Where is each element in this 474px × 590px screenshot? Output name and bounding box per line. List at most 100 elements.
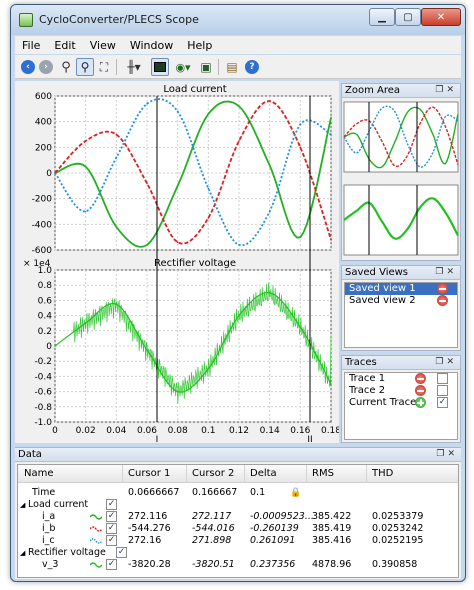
data-point-i_c [176,110,179,113]
x-tick-label: 0.14 [260,426,280,436]
trace-checkbox[interactable] [437,385,448,396]
y-tick-label: -0.4 [34,372,52,382]
maximize-button[interactable]: ▢ [395,8,421,26]
menu-view[interactable]: View [83,39,123,52]
x-tick-label: 0.02 [76,426,96,436]
row-checkbox[interactable]: ✓ [106,559,117,570]
data-point-i_a [84,165,87,168]
remove-icon[interactable] [437,295,448,306]
remove-icon[interactable] [437,283,448,294]
menu-help[interactable]: Help [180,39,219,52]
cursor-icon: ╫▾ [127,60,141,74]
group-row[interactable]: ◢ Rectifier voltage ✓ [18,547,458,559]
y-tick-label: 0 [46,342,52,352]
data-point-i_c [146,102,148,105]
settings-button[interactable]: ▤ [223,58,241,76]
trace-item[interactable]: Current Trace ✓ [345,397,457,409]
zoom-button[interactable]: ⚲ [57,58,75,76]
help-button[interactable]: ? [243,58,261,76]
forward-icon: › [39,60,53,74]
menu-edit[interactable]: Edit [47,39,82,52]
trace-checkbox[interactable] [437,373,448,384]
x-tick-label: 0.12 [229,426,249,436]
top-plot-title: Load current [163,84,226,95]
dock-buttons[interactable]: ❐✕ [436,449,458,459]
saved-view-item[interactable]: Saved view 1 [345,283,457,295]
back-icon: ‹ [21,60,35,74]
back-button[interactable]: ‹ [19,58,37,76]
row-checkbox[interactable]: ✓ [106,523,117,534]
data-point-i_c [330,133,332,136]
remove-trace-icon[interactable] [415,385,426,396]
col-rms[interactable]: RMS [312,468,334,479]
data-point-i_a [299,236,302,238]
dock-buttons[interactable]: ❐✕ [435,357,457,367]
dock-buttons[interactable]: ❐✕ [435,267,457,277]
toolbar-separator [218,59,219,75]
y-tick-label: -0.8 [34,403,52,413]
data-point-i_a [115,226,118,228]
collapse-icon[interactable]: ◢ [20,499,25,511]
row-checkbox[interactable]: ✓ [106,535,117,546]
table-row: i_a ✓ 272.116 272.117 -0.0009523... 385.… [42,511,424,522]
data-point-i_c [207,187,210,190]
trace-item[interactable]: Trace 2 [345,385,457,397]
group-checkbox[interactable]: ✓ [116,547,127,558]
collapse-icon[interactable]: ◢ [20,547,25,559]
scope-plots[interactable]: Load current 6004002000-200-400-600 × 1e… [15,81,341,445]
col-cursor2[interactable]: Cursor 2 [192,468,234,479]
data-cursor-button[interactable] [151,58,169,76]
dock-buttons[interactable]: ❐✕ [435,85,457,95]
data-point-i_a [330,117,332,119]
group-checkbox[interactable]: ✓ [106,499,117,510]
zoom-fit-button[interactable]: ⛶ [95,58,113,76]
col-delta[interactable]: Delta [250,468,277,479]
col-thd[interactable]: THD [372,468,393,479]
bottom-plot-y-ticks: 1.0 0.8 0.6 0.4 0.2 0 -0.2 -0.4 -0.6 -0.8 -1.0 [34,266,52,428]
row-checkbox[interactable]: ✓ [106,511,117,522]
y-tick-label: 0.8 [38,281,53,291]
title-bar[interactable]: CycloConverter/PLECS Scope ▁ ▢ ✕ [11,5,465,35]
zoom-box-button[interactable]: ⚲ [76,58,94,76]
y-tick-label: -600 [32,246,53,256]
saved-view-item[interactable]: Saved view 2 [345,295,457,307]
traces-title: Traces [345,357,377,368]
lock-icon[interactable]: 🔒 [290,487,301,499]
zoom-bottom-frame [343,184,459,256]
y-tick-label: 0.4 [38,312,53,322]
export-button[interactable]: ▣ [197,58,215,76]
scope-window: CycloConverter/PLECS Scope ▁ ▢ ✕ File Ed… [10,4,466,582]
table-row: i_c ✓ 272.16 271.898 0.261091 385.416 0.… [42,535,424,546]
data-point-i_b [238,140,240,142]
y-tick-label: 200 [35,143,52,153]
minimize-button[interactable]: ▁ [369,8,395,26]
group-row[interactable]: ◢ Load current ✓ [18,499,458,511]
help-icon: ? [245,60,259,74]
data-point-i_c [115,156,118,159]
trace-checkbox[interactable]: ✓ [437,397,448,408]
menu-file[interactable]: File [15,39,47,52]
minimize-icon: ▁ [378,11,386,23]
data-point-i_b [146,182,148,185]
zoom-area-preview[interactable] [342,99,460,261]
data-point-i_b [176,241,179,244]
data-point-i_a [146,244,148,246]
eye-button[interactable]: ◉▾ [171,58,195,76]
remove-trace-icon[interactable] [415,373,426,384]
x-tick-label: 0.1 [201,426,215,436]
cursor-button[interactable]: ╫▾ [121,58,147,76]
data-point-i_b [84,140,87,142]
cursor-1-label: I [156,435,159,443]
data-point-i_c [299,123,302,126]
col-name[interactable]: Name [24,468,54,479]
trace-item[interactable]: Trace 1 [345,373,457,385]
bottom-plot-title: Rectifier voltage [154,258,236,269]
col-cursor1[interactable]: Cursor 1 [128,468,170,479]
menu-window[interactable]: Window [123,39,180,52]
close-button[interactable]: ✕ [421,8,461,26]
saved-views-list: Saved view 1 Saved view 2 [344,282,458,348]
y-tick-label: 0 [46,169,52,179]
add-trace-icon[interactable] [415,397,426,408]
forward-button[interactable]: › [37,58,55,76]
data-point-i_c [268,210,271,213]
